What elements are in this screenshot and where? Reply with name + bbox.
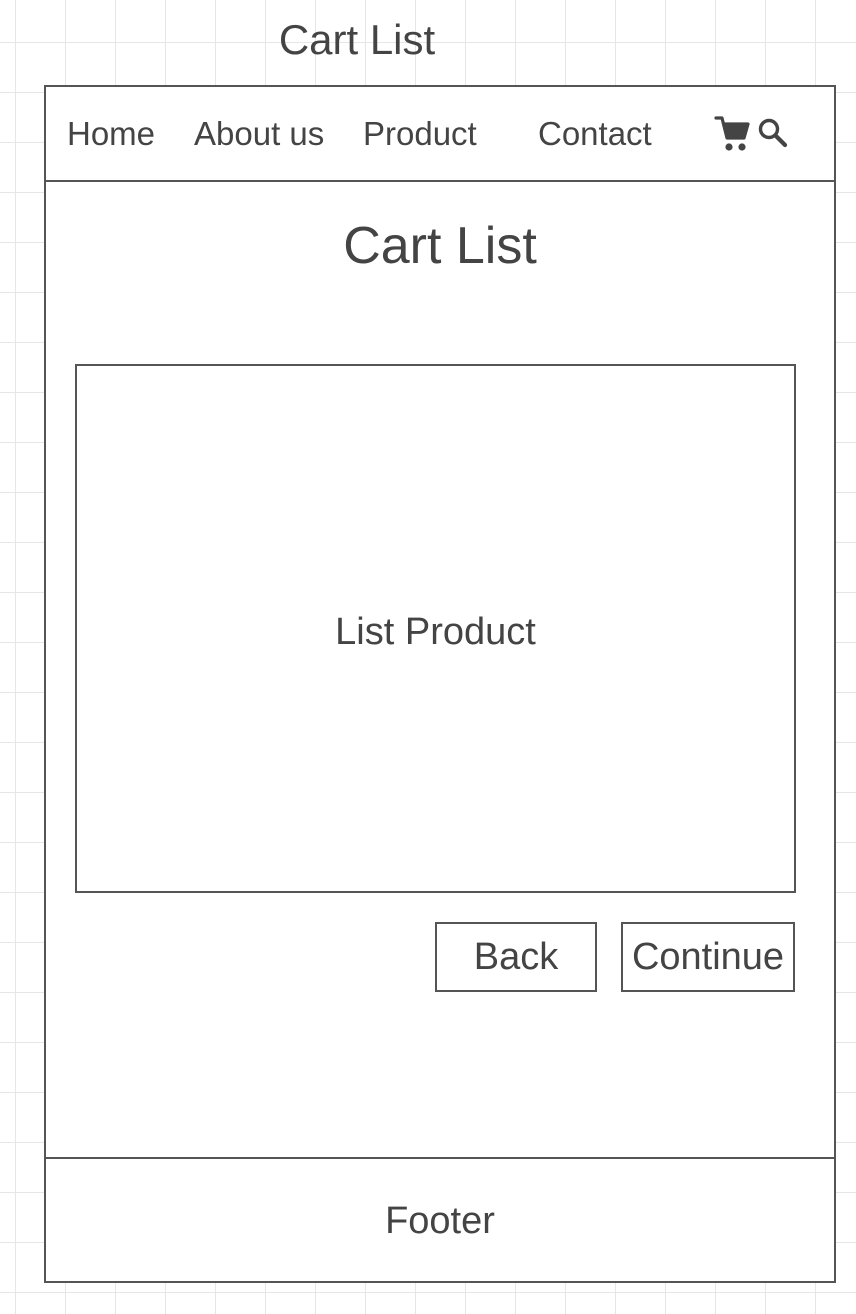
continue-button[interactable]: Continue	[621, 922, 795, 992]
nav-contact-link[interactable]: Contact	[538, 114, 652, 154]
page-title: Cart List	[343, 217, 537, 275]
wireframe-frame: Home About us Product Contact Cart List …	[44, 85, 836, 1283]
back-button[interactable]: Back	[435, 922, 597, 992]
footer-label: Footer	[385, 1199, 495, 1242]
search-icon-graphic	[758, 118, 788, 148]
nav-home-link[interactable]: Home	[67, 114, 155, 154]
search-icon[interactable]	[754, 113, 794, 155]
product-list-placeholder: List Product	[75, 364, 796, 893]
navbar: Home About us Product Contact	[46, 87, 834, 182]
product-list-label: List Product	[335, 611, 536, 653]
nav-about-link[interactable]: About us	[194, 114, 324, 154]
cart-icon[interactable]	[712, 113, 752, 155]
footer: Footer	[46, 1157, 834, 1283]
cart-icon-graphic	[714, 116, 750, 151]
page-label: Cart List	[278, 16, 436, 63]
nav-product-link[interactable]: Product	[363, 114, 477, 154]
